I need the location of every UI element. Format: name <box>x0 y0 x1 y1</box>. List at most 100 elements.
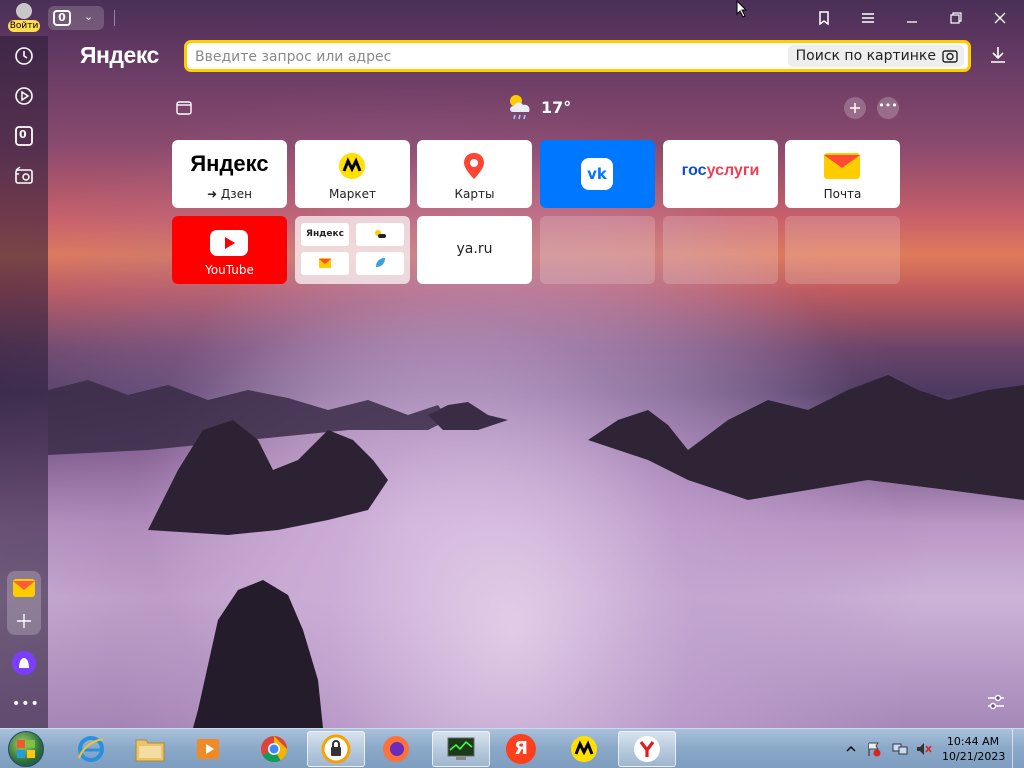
chevron-down-icon: ⌄ <box>84 10 94 23</box>
windows-logo-icon <box>17 740 35 758</box>
download-icon[interactable] <box>990 46 1006 64</box>
gosuslugi-logo: госуслуги <box>663 162 778 180</box>
tile-maps[interactable]: Карты <box>417 140 532 208</box>
mini-tile-weather <box>356 223 404 246</box>
tile-mail[interactable]: Почта <box>785 140 900 208</box>
address-bar[interactable]: Поиск по картинке <box>184 40 971 72</box>
search-input[interactable] <box>195 47 775 67</box>
taskbar-yandex-browser-lock[interactable] <box>307 731 365 767</box>
panel-toggle-icon[interactable] <box>176 100 192 116</box>
mini-weather-icon <box>375 230 386 238</box>
alice-assistant-button[interactable] <box>12 651 36 675</box>
more-dots-icon: ••• <box>878 99 898 112</box>
tile-folder[interactable]: Яндекс <box>295 216 410 284</box>
video-button[interactable] <box>12 84 36 108</box>
taskbar: Я 10:44 AM 10/21/2023 <box>0 728 1024 768</box>
taskbar-ie[interactable] <box>62 731 120 767</box>
tray-clock[interactable]: 10:44 AM 10/21/2023 <box>942 734 1006 764</box>
add-tile-button[interactable] <box>844 97 866 119</box>
camera-search-icon <box>942 50 958 63</box>
login-label: Войти <box>8 20 40 32</box>
tile-caption: ➜ Дзен <box>207 187 252 201</box>
video-icon <box>15 87 33 105</box>
bookmarks-icon <box>819 11 829 26</box>
tabs-counter-button[interactable]: 0 <box>12 124 36 148</box>
taskbar-yandex[interactable]: Я <box>492 731 550 767</box>
mini-tile-yandex: Яндекс <box>301 223 349 246</box>
history-button[interactable] <box>12 44 36 68</box>
cloud-rain-sun-icon <box>510 95 530 120</box>
tile-caption: ya.ru <box>456 241 493 257</box>
image-search-button[interactable]: Поиск по картинке <box>787 45 964 67</box>
minimize-icon <box>907 21 917 23</box>
mini-tile-mail <box>301 252 349 275</box>
tray-time: 10:44 AM <box>946 735 1000 748</box>
login-button[interactable]: Войти <box>8 3 40 33</box>
maps-pin-icon <box>464 153 484 179</box>
browser-lock-icon <box>321 734 351 764</box>
tile-caption: Маркет <box>329 187 376 201</box>
mini-leaf-icon <box>376 258 385 267</box>
chrome-icon <box>261 736 288 763</box>
title-bar: Войти 0 ⌄ <box>0 0 1024 36</box>
plus-icon <box>850 103 860 113</box>
alice-icon <box>19 658 29 668</box>
close-button[interactable] <box>988 6 1012 30</box>
divider <box>114 10 115 26</box>
folder-icon <box>135 739 165 762</box>
taskbar-chrome[interactable] <box>245 731 303 767</box>
tray-expand-icon[interactable] <box>846 745 856 753</box>
customize-settings-icon[interactable] <box>986 692 1006 712</box>
tile-vk[interactable]: vk <box>540 140 655 208</box>
mini-mail-icon <box>319 258 331 268</box>
restore-icon <box>950 12 962 24</box>
tabs-menu-button[interactable]: 0 ⌄ <box>48 6 104 30</box>
screenshot-button[interactable] <box>12 164 36 188</box>
tray-date: 10/21/2023 <box>942 750 1006 763</box>
task-manager-icon <box>447 737 475 760</box>
tile-gosuslugi[interactable]: госуслуги <box>663 140 778 208</box>
taskbar-firefox[interactable] <box>367 731 425 767</box>
tabs-counter-label: 0 <box>19 128 27 141</box>
action-center-flag-icon[interactable] <box>866 741 882 757</box>
taskbar-explorer[interactable] <box>121 731 179 767</box>
taskbar-media-player[interactable] <box>180 731 238 767</box>
mini-tile-other <box>356 252 404 275</box>
market-logo-icon <box>339 153 365 179</box>
mouse-cursor-icon <box>736 0 748 18</box>
minimize-button[interactable] <box>900 6 924 30</box>
start-button[interactable] <box>8 731 44 767</box>
volume-muted-icon[interactable] <box>916 741 932 757</box>
image-search-label: Поиск по картинке <box>795 48 936 64</box>
taskbar-market[interactable] <box>555 731 613 767</box>
tile-empty[interactable] <box>785 216 900 284</box>
wallpaper-mountains <box>48 375 1024 728</box>
youtube-logo-icon <box>210 230 248 256</box>
network-icon[interactable] <box>892 741 908 757</box>
more-options-button[interactable]: ••• <box>877 97 899 119</box>
tile-ya-ru[interactable]: ya.ru <box>417 216 532 284</box>
tile-caption: Карты <box>454 187 495 201</box>
show-desktop-button[interactable] <box>1012 729 1024 768</box>
sidebar-more-icon[interactable]: ••• <box>12 696 40 712</box>
firefox-icon <box>383 736 409 762</box>
yandex-browser-icon <box>634 736 660 762</box>
yandex-app-icon: Я <box>506 734 536 764</box>
restore-button[interactable] <box>944 6 968 30</box>
user-avatar-icon <box>16 3 32 19</box>
tile-empty[interactable] <box>663 216 778 284</box>
menu-button[interactable] <box>856 6 880 30</box>
tile-youtube[interactable]: YouTube <box>172 216 287 284</box>
tile-caption: YouTube <box>205 263 254 277</box>
tile-empty[interactable] <box>540 216 655 284</box>
mail-app-icon[interactable] <box>12 577 36 599</box>
bookmarks-button[interactable] <box>812 6 836 30</box>
taskbar-yandex-browser[interactable] <box>618 731 676 767</box>
tile-market[interactable]: Маркет <box>295 140 410 208</box>
yandex-logo[interactable]: Яндекс <box>80 42 159 69</box>
taskbar-task-manager[interactable] <box>432 731 490 767</box>
tile-yandex-logo: Яндекс <box>190 151 269 176</box>
internet-explorer-icon <box>78 736 104 762</box>
tile-yandex-dzen[interactable]: Яндекс ➜ Дзен <box>172 140 287 208</box>
add-app-icon[interactable] <box>16 613 32 629</box>
